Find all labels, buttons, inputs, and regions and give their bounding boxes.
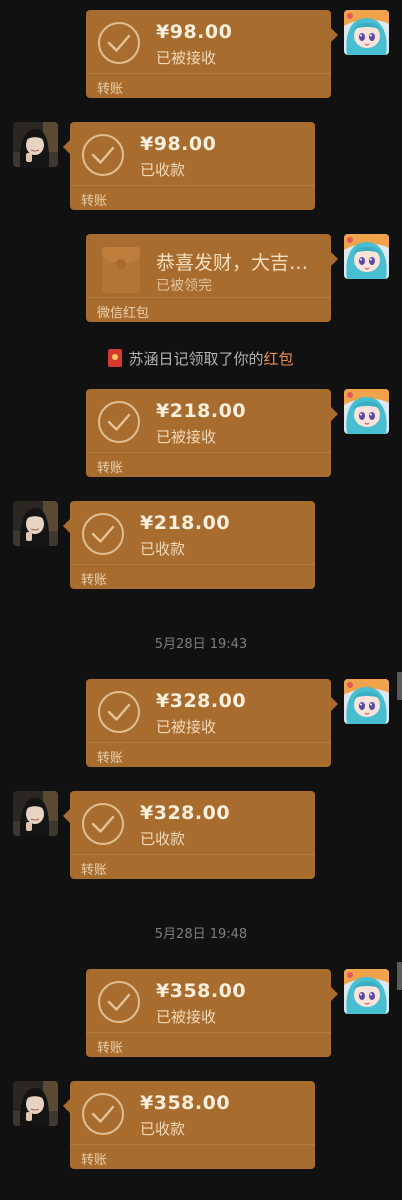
red-packet-icon [102, 247, 140, 293]
my-avatar[interactable] [344, 679, 389, 724]
transfer-bubble[interactable]: ¥218.00 已收款转账 [63, 501, 315, 589]
transfer-caption: 转账 [81, 573, 108, 588]
checkmark-circle-icon [81, 1092, 125, 1136]
transfer-caption: 转账 [81, 1153, 108, 1168]
transfer-status: 已收款 [140, 161, 186, 179]
transfer-bubble[interactable]: ¥98.00 已被接收转账 [86, 10, 338, 98]
transfer-caption: 转账 [97, 751, 124, 766]
system-message: 苏涵日记领取了你的红包 [0, 348, 402, 369]
transfer-amount: ¥328.00 [156, 690, 247, 712]
transfer-amount: ¥328.00 [140, 802, 231, 824]
transfer-caption: 转账 [97, 82, 124, 97]
red-envelope-icon [108, 349, 123, 367]
red-packet-caption: 微信红包 [97, 306, 150, 321]
scroll-edge-marker[interactable] [397, 672, 402, 700]
transfer-status: 已被接收 [156, 428, 217, 446]
transfer-caption: 转账 [97, 461, 124, 476]
bubble-divider [86, 73, 331, 74]
bubble-divider [70, 854, 315, 855]
bubble-divider [86, 742, 331, 743]
transfer-bubble[interactable]: ¥358.00 已被接收转账 [86, 969, 338, 1057]
transfer-status: 已收款 [140, 1120, 186, 1138]
contact-avatar[interactable] [13, 1081, 58, 1126]
transfer-status: 已收款 [140, 830, 186, 848]
my-avatar[interactable] [344, 969, 389, 1014]
transfer-bubble[interactable]: ¥328.00 已收款转账 [63, 791, 315, 879]
scroll-edge-marker[interactable] [397, 962, 402, 990]
transfer-caption: 转账 [81, 194, 108, 209]
bubble-divider [86, 297, 331, 298]
bubble-divider [86, 452, 331, 453]
red-packet-bubble[interactable]: 恭喜发财，大吉… 已被领完 微信红包 [86, 234, 338, 322]
timestamp: 5月28日 19:48 [154, 927, 248, 942]
transfer-bubble[interactable]: ¥328.00 已被接收转账 [86, 679, 338, 767]
bubble-divider [70, 1144, 315, 1145]
transfer-amount: ¥98.00 [156, 21, 233, 43]
transfer-status: 已被接收 [156, 49, 217, 67]
checkmark-circle-icon [97, 980, 141, 1024]
contact-avatar[interactable] [13, 122, 58, 167]
checkmark-circle-icon [81, 512, 125, 556]
my-avatar[interactable] [344, 389, 389, 434]
checkmark-circle-icon [97, 690, 141, 734]
checkmark-circle-icon [97, 400, 141, 444]
my-avatar[interactable] [344, 234, 389, 279]
checkmark-circle-icon [81, 133, 125, 177]
transfer-bubble[interactable]: ¥358.00 已收款转账 [63, 1081, 315, 1169]
red-packet-title: 恭喜发财，大吉… [156, 252, 309, 274]
transfer-amount: ¥358.00 [156, 980, 247, 1002]
checkmark-circle-icon [81, 802, 125, 846]
system-message-text: 苏涵日记领取了你的 [128, 350, 264, 368]
transfer-bubble[interactable]: ¥98.00 已收款转账 [63, 122, 315, 210]
transfer-caption: 转账 [97, 1041, 124, 1056]
transfer-status: 已被接收 [156, 1008, 217, 1026]
contact-avatar[interactable] [13, 501, 58, 546]
transfer-amount: ¥98.00 [140, 133, 217, 155]
bubble-divider [70, 564, 315, 565]
my-avatar[interactable] [344, 10, 389, 55]
bubble-divider [70, 185, 315, 186]
transfer-status: 已收款 [140, 540, 186, 558]
transfer-amount: ¥358.00 [140, 1092, 231, 1114]
transfer-caption: 转账 [81, 863, 108, 878]
contact-avatar[interactable] [13, 791, 58, 836]
red-packet-link[interactable]: 红包 [264, 350, 294, 368]
bubble-divider [86, 1032, 331, 1033]
transfer-amount: ¥218.00 [156, 400, 247, 422]
transfer-amount: ¥218.00 [140, 512, 231, 534]
red-packet-status: 已被领完 [156, 278, 212, 294]
transfer-bubble[interactable]: ¥218.00 已被接收转账 [86, 389, 338, 477]
transfer-status: 已被接收 [156, 718, 217, 736]
timestamp: 5月28日 19:43 [154, 637, 248, 652]
checkmark-circle-icon [97, 21, 141, 65]
